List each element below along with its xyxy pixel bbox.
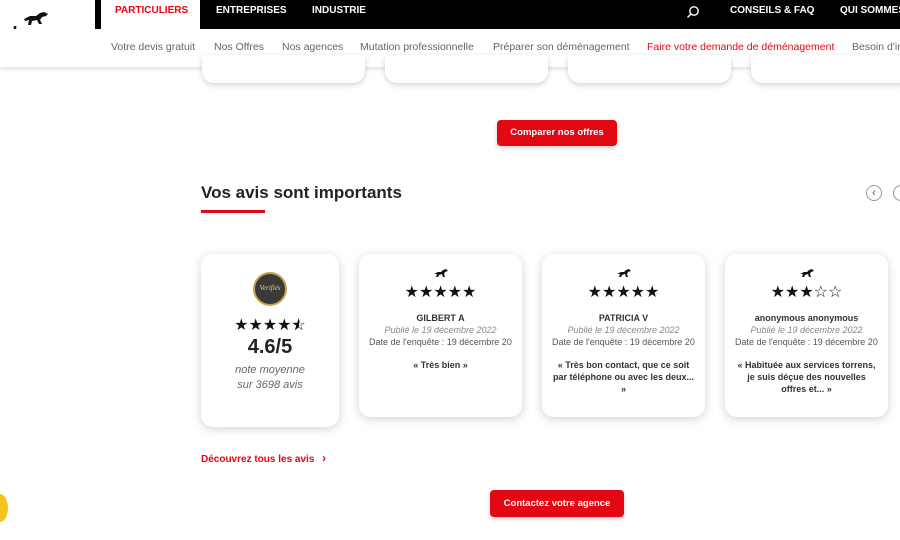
review-quote: « Habituée aux services torrens, je suis… xyxy=(737,360,876,394)
side-widget-icon[interactable] xyxy=(0,494,8,522)
summary-score: 4.6/5 xyxy=(247,336,293,358)
publish-date: Publié le 19 décembre 2022 xyxy=(384,325,497,335)
tab-qui-sommes[interactable]: QUI SOMMES xyxy=(840,0,900,29)
see-all-reviews-link[interactable]: Découvrez tous les avis › xyxy=(201,451,326,465)
chevron-right-icon: › xyxy=(322,451,327,465)
subnav-preparer-demenagement[interactable]: Préparer son déménagement xyxy=(493,41,630,53)
review-quote: « Très bien » xyxy=(413,360,468,370)
tab-conseils-faq[interactable]: CONSEILS & FAQ xyxy=(730,0,814,29)
subnav-mutation-professionnelle[interactable]: Mutation professionnelle xyxy=(360,41,474,53)
reviewer-name: anonymous anonymous xyxy=(754,313,859,323)
search-icon[interactable] xyxy=(686,5,700,24)
offer-card xyxy=(751,55,900,83)
carousel-next-button[interactable] xyxy=(893,185,900,201)
survey-date: Date de l'enquête : 19 décembre 20 xyxy=(552,337,695,347)
tab-particuliers[interactable]: PARTICULIERS xyxy=(101,0,200,29)
tab-entreprises[interactable]: ENTREPRISES xyxy=(216,0,287,29)
horse-icon xyxy=(799,269,814,277)
offer-card xyxy=(202,55,365,83)
review-card: ★★★☆☆ anonymous anonymous Publié le 19 d… xyxy=(725,254,888,417)
badge-text: Verifiés xyxy=(259,284,281,292)
subnav-devis-gratuit[interactable]: Votre devis gratuit xyxy=(111,41,195,53)
offer-card xyxy=(385,55,548,83)
survey-date: Date de l'enquête : 19 décembre 20 xyxy=(735,337,878,347)
see-all-label: Découvrez tous les avis xyxy=(201,454,315,465)
rating-summary-card: Verifiés ★★★★☆ ★ 4.6/5 note moyenne sur 3… xyxy=(201,254,339,427)
review-stars: ★★★☆☆ xyxy=(770,284,843,301)
review-stars: ★★★★★ xyxy=(587,284,660,301)
summary-stars: ★★★★☆ ★ xyxy=(234,317,306,334)
title-underline xyxy=(201,210,265,213)
horse-icon xyxy=(433,269,448,277)
review-count-label: sur 3698 avis xyxy=(237,379,303,391)
offer-card xyxy=(568,55,731,83)
reviewer-name: GILBERT A xyxy=(416,313,465,323)
average-label: note moyenne xyxy=(235,364,305,376)
review-stars: ★★★★★ xyxy=(404,284,477,301)
contact-agency-button[interactable]: Contactez votre agence xyxy=(490,490,624,517)
reviewer-name: PATRICIA V xyxy=(598,313,649,323)
subnav-faire-demande[interactable]: Faire votre demande de déménagement xyxy=(647,41,834,53)
subnav-nos-offres[interactable]: Nos Offres xyxy=(214,41,264,53)
carousel-prev-button[interactable]: ‹ xyxy=(866,185,882,201)
publish-date: Publié le 19 décembre 2022 xyxy=(567,325,680,335)
review-card: ★★★★★ GILBERT A Publié le 19 décembre 20… xyxy=(359,254,522,417)
tab-industrie[interactable]: INDUSTRIE xyxy=(312,0,366,29)
verified-reviews-badge: Verifiés xyxy=(253,272,287,306)
compare-offers-button[interactable]: Comparer nos offres xyxy=(497,120,617,146)
subnav-besoin-info[interactable]: Besoin d'in xyxy=(852,41,900,53)
horse-icon xyxy=(616,269,631,277)
reviews-title: Vos avis sont importants xyxy=(201,183,402,202)
review-card: ★★★★★ PATRICIA V Publié le 19 décembre 2… xyxy=(542,254,705,417)
publish-date: Publié le 19 décembre 2022 xyxy=(750,325,863,335)
survey-date: Date de l'enquête : 19 décembre 20 xyxy=(369,337,512,347)
review-quote: « Très bon contact, que ce soit par télé… xyxy=(552,360,695,394)
subnav-nos-agences[interactable]: Nos agences xyxy=(282,41,343,53)
